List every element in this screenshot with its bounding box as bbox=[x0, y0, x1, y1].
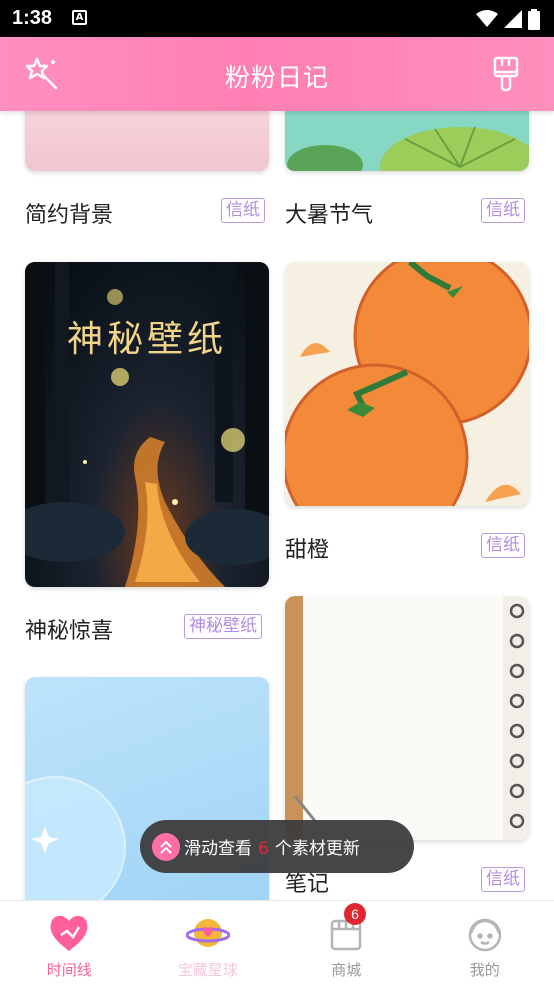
card-image-mystery-wallpaper[interactable]: 神秘壁纸 bbox=[25, 262, 269, 587]
update-toast[interactable]: 滑动查看 6 个素材更新 bbox=[140, 820, 414, 873]
card-tag: 信纸 bbox=[221, 198, 265, 223]
card-title: 大暑节气 bbox=[285, 203, 374, 228]
bottom-tab-bar: 时间线 宝藏星球 商城 我的 bbox=[0, 900, 554, 984]
heart-timeline-icon bbox=[50, 915, 88, 951]
card-tag: 神秘壁纸 bbox=[184, 614, 262, 639]
card-image-caption: 神秘壁纸 bbox=[66, 319, 227, 360]
notification-icon: A bbox=[72, 10, 87, 25]
lotus-leaf-illustration bbox=[287, 126, 529, 171]
tab-label: 我的 bbox=[469, 961, 500, 979]
status-bar: 1:38 A bbox=[0, 0, 554, 37]
tab-label: 商城 bbox=[331, 961, 362, 979]
card-image-sweet-orange[interactable] bbox=[285, 262, 529, 506]
tab-timeline[interactable]: 时间线 bbox=[0, 901, 139, 984]
shop-badge: 6 bbox=[344, 903, 366, 925]
toast-message: 滑动查看 6 个素材更新 bbox=[184, 839, 360, 859]
card-tag: 信纸 bbox=[481, 867, 525, 892]
tab-label: 宝藏星球 bbox=[177, 961, 238, 979]
page-title: 粉粉日记 bbox=[224, 63, 329, 92]
battery-icon bbox=[528, 8, 540, 30]
tab-label: 时间线 bbox=[46, 961, 92, 979]
card-tag: 信纸 bbox=[481, 533, 525, 558]
tab-treasure-planet[interactable]: 宝藏星球 bbox=[139, 901, 278, 984]
material-grid[interactable]: 简约背景 信纸 大暑节气 信纸 神秘壁纸 神秘惊喜 神秘壁纸 甜橙 信纸 笔记 … bbox=[0, 111, 554, 900]
profile-icon bbox=[468, 918, 501, 952]
signal-icon bbox=[504, 10, 522, 28]
card-image-great-heat[interactable] bbox=[285, 111, 529, 171]
card-title: 神秘惊喜 bbox=[25, 619, 114, 644]
card-tag: 信纸 bbox=[481, 198, 525, 223]
planet-icon bbox=[185, 919, 230, 947]
paint-brush-icon bbox=[493, 56, 519, 92]
theme-brush-button[interactable] bbox=[490, 54, 530, 94]
scroll-up-icon bbox=[152, 832, 180, 861]
status-time: 1:38 bbox=[12, 7, 53, 29]
notebook-illustration bbox=[285, 596, 525, 840]
card-image-simple-background[interactable] bbox=[25, 111, 269, 171]
app-header: 粉粉日记 bbox=[0, 37, 554, 111]
status-indicators bbox=[476, 8, 540, 30]
card-image-notebook[interactable] bbox=[285, 596, 529, 840]
oranges-illustration bbox=[285, 262, 529, 506]
tab-profile[interactable]: 我的 bbox=[416, 901, 554, 984]
card-title: 甜橙 bbox=[285, 538, 330, 563]
card-title: 简约背景 bbox=[25, 203, 114, 228]
wifi-icon bbox=[476, 10, 498, 27]
